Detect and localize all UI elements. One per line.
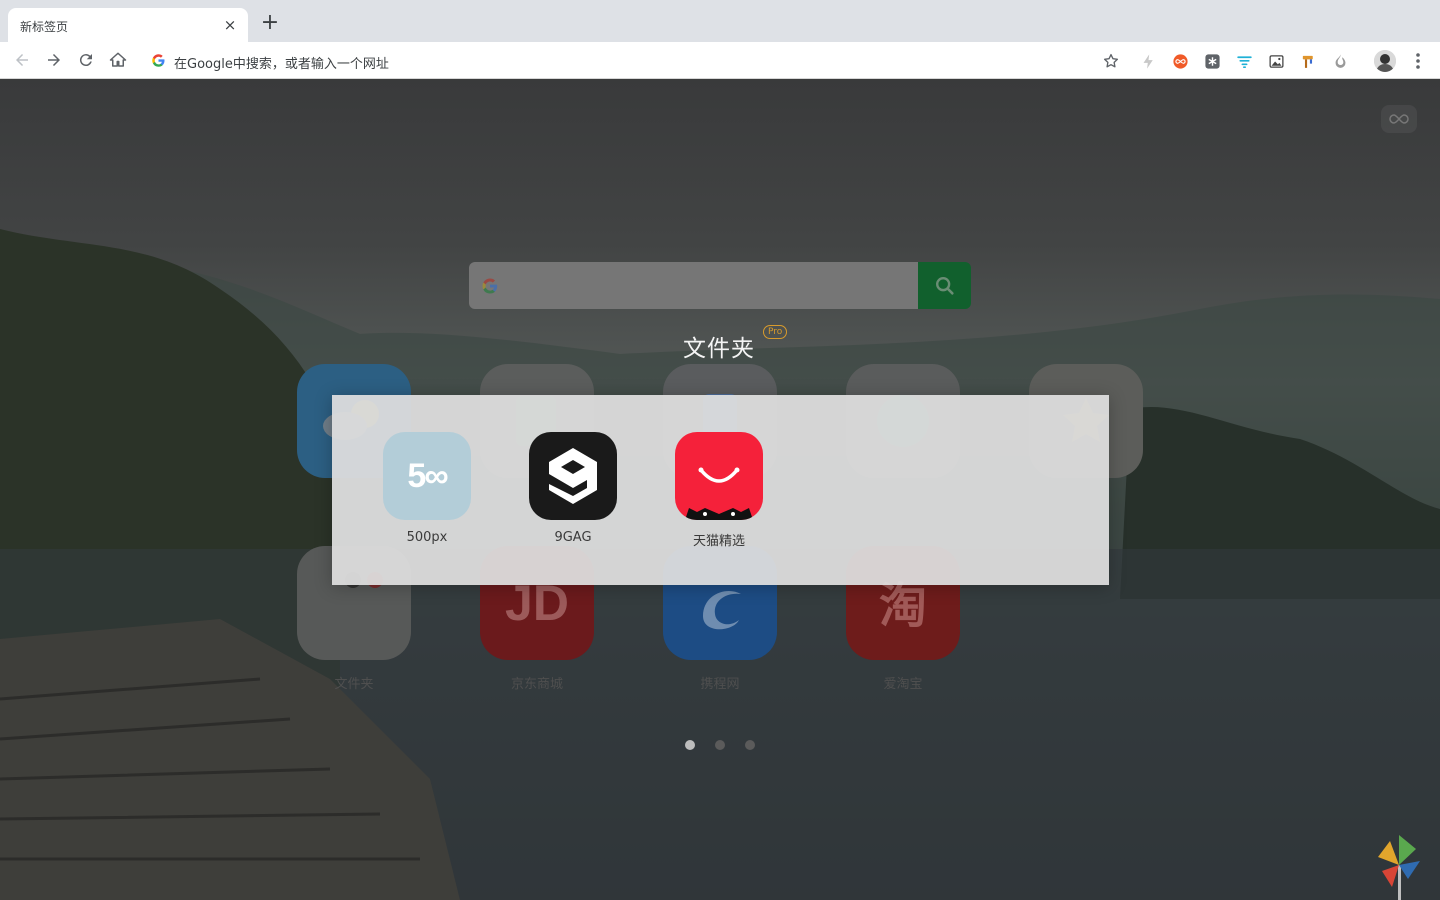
tile-label: 携程网 xyxy=(700,677,740,692)
page-dot-active[interactable] xyxy=(685,740,695,750)
search-icon xyxy=(935,276,954,295)
page-dot[interactable] xyxy=(715,740,725,750)
pro-badge[interactable]: Pro xyxy=(763,325,788,339)
tab-new-tab[interactable]: 新标签页 × xyxy=(8,8,248,42)
page-indicator xyxy=(0,740,1440,750)
pinwheel-icon[interactable] xyxy=(1376,831,1422,900)
flame-extension-icon[interactable] xyxy=(1330,51,1350,71)
filter-extension-icon[interactable] xyxy=(1234,51,1254,71)
address-bar-placeholder: 在Google中搜索，或者输入一个网址 xyxy=(174,57,389,72)
tile-label: 京东商城 xyxy=(510,677,563,692)
app-label: 9GAG xyxy=(554,530,592,545)
address-bar[interactable]: 在Google中搜索，或者输入一个网址 xyxy=(140,47,1128,75)
app-label: 天猫精选 xyxy=(692,534,745,549)
browser-toolbar: 在Google中搜索，或者输入一个网址 xyxy=(0,42,1440,79)
reload-icon[interactable] xyxy=(74,48,98,72)
forward-icon[interactable] xyxy=(42,48,66,72)
back-icon[interactable] xyxy=(10,48,34,72)
search-button[interactable] xyxy=(918,262,971,309)
app-label: 500px xyxy=(406,530,448,545)
profile-avatar[interactable] xyxy=(1374,50,1396,72)
gavel-extension-icon[interactable] xyxy=(1298,51,1318,71)
bookmark-star-icon[interactable] xyxy=(1102,52,1120,70)
more-menu-icon[interactable] xyxy=(1408,50,1428,72)
google-g-icon xyxy=(152,54,165,67)
lightning-extension-icon[interactable] xyxy=(1138,51,1158,71)
tile-label: 爱淘宝 xyxy=(883,677,923,692)
google-g-icon xyxy=(482,278,498,294)
tab-strip: 新标签页 × + xyxy=(0,0,1440,42)
tab-title: 新标签页 xyxy=(20,20,69,34)
folder-title: 文件夹 xyxy=(683,336,755,362)
new-tab-button[interactable]: + xyxy=(258,12,282,36)
close-icon[interactable]: × xyxy=(220,15,240,35)
page-dot[interactable] xyxy=(745,740,755,750)
new-tab-page: 文件夹 Pro 文件夹 JD 京东商城 携程网 淘 爱淘宝 5∞ 500px 9… xyxy=(0,79,1440,900)
asterisk-extension-icon[interactable] xyxy=(1202,51,1222,71)
home-icon[interactable] xyxy=(106,48,130,72)
svg-text:淘: 淘 xyxy=(879,578,927,634)
image-extension-icon[interactable] xyxy=(1266,51,1286,71)
500px-logo-icon: 5∞ xyxy=(383,432,471,520)
infinity-extension-icon[interactable] xyxy=(1170,51,1190,71)
folder-panel: 5∞ 500px 9GAG 天猫精选 xyxy=(332,395,1109,585)
tmall-cat-icon xyxy=(675,432,763,520)
9gag-logo-icon xyxy=(529,432,617,520)
svg-text:5∞: 5∞ xyxy=(407,457,448,495)
tile-label: 文件夹 xyxy=(334,677,374,692)
search-input[interactable] xyxy=(469,262,918,309)
infinity-menu-icon[interactable] xyxy=(1381,105,1417,133)
